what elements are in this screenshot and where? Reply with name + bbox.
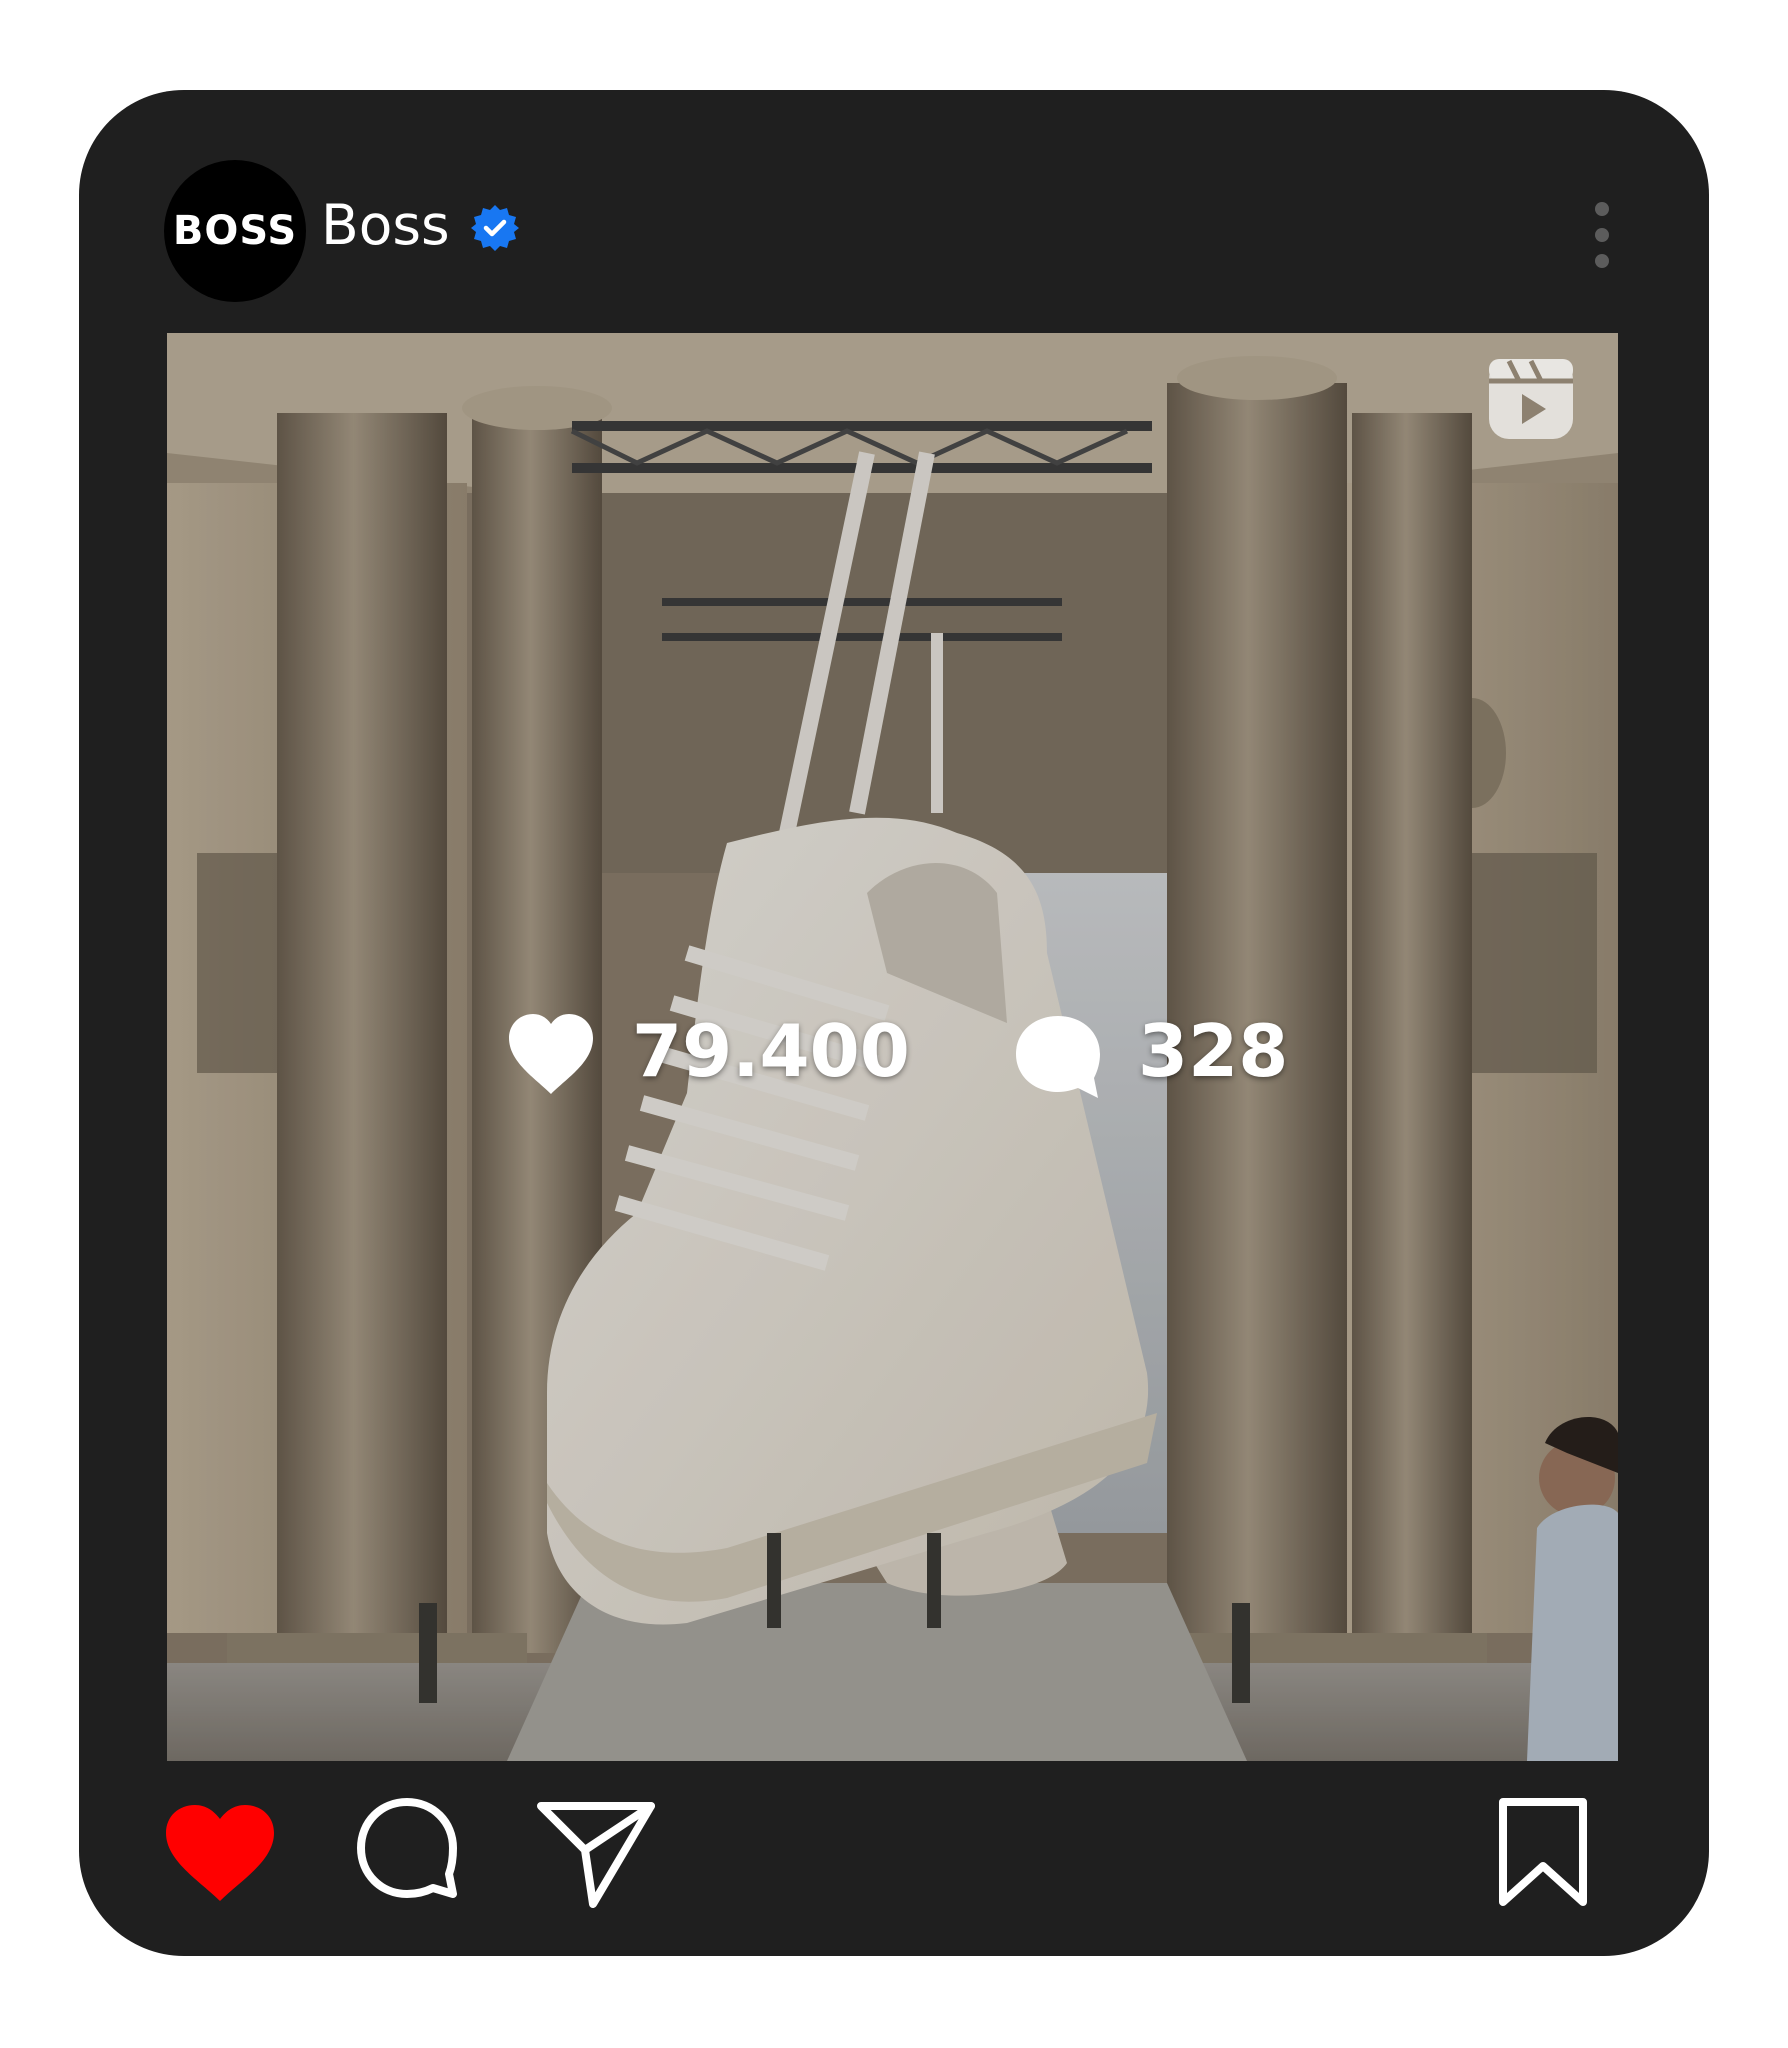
share-icon[interactable]	[535, 1800, 657, 1908]
comment-icon[interactable]	[355, 1796, 459, 1900]
comments-count: 328	[1138, 1009, 1289, 1093]
bookmark-icon[interactable]	[1495, 1796, 1591, 1908]
like-heart-icon[interactable]	[162, 1801, 278, 1905]
account-avatar[interactable]: BOSS	[164, 160, 306, 302]
stats-heart-icon	[509, 1014, 593, 1094]
avatar-logo-text: BOSS	[172, 208, 298, 254]
more-options-icon[interactable]	[1591, 195, 1613, 275]
post-header: BOSS Boss	[79, 90, 1709, 335]
stats-comment-icon	[1016, 1016, 1100, 1098]
post-card: BOSS Boss 79.400 328	[79, 90, 1709, 1956]
reels-icon	[1489, 359, 1573, 439]
likes-count: 79.400	[632, 1009, 910, 1093]
verified-badge-icon	[471, 205, 519, 251]
account-username[interactable]: Boss	[321, 190, 450, 260]
